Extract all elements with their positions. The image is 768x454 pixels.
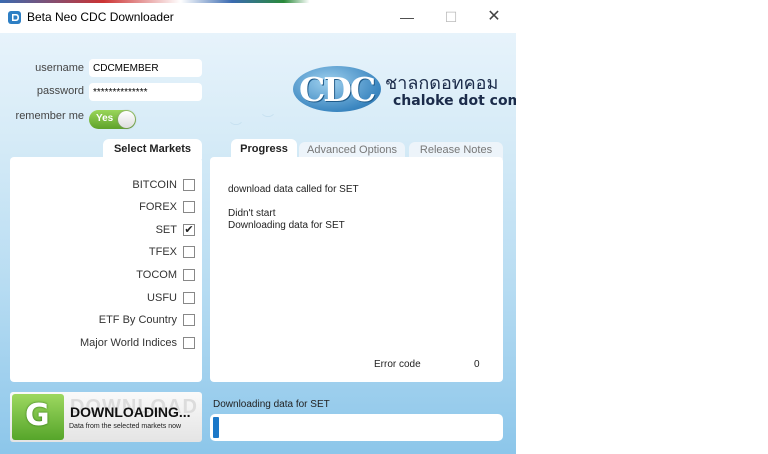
progress-panel: download data called for SET Didn't star… (210, 157, 503, 382)
remember-me-label: remember me (15, 110, 84, 122)
progress-bar (210, 414, 503, 441)
market-label: ETF By Country (98, 314, 177, 326)
market-row-set[interactable]: SET ✔ (10, 224, 199, 240)
remember-me-toggle[interactable]: Yes (89, 110, 136, 129)
username-field[interactable] (89, 59, 202, 77)
error-code-value: 0 (474, 359, 480, 370)
download-g-icon: G (12, 394, 64, 440)
cdc-logo: CDC ชาลกดอทคอม chaloke dot com (293, 66, 516, 116)
status-text: Downloading data for SET (213, 399, 330, 410)
minimize-button[interactable]: — (385, 3, 429, 33)
toggle-state-label: Yes (96, 113, 114, 124)
market-label: SET (155, 224, 177, 236)
username-label: username (35, 62, 84, 74)
market-checkbox[interactable] (183, 269, 195, 281)
log-line: Downloading data for SET (228, 220, 345, 231)
maximize-button[interactable]: ☐ (429, 3, 473, 33)
download-button-title: DOWNLOADING... (70, 404, 191, 420)
tab-select-markets[interactable]: Select Markets (103, 139, 202, 159)
bird-decoration-icon: ︶ (262, 113, 275, 127)
market-label: TFEX (148, 246, 177, 258)
close-button[interactable]: ✕ (472, 3, 516, 33)
password-field[interactable] (89, 83, 202, 101)
market-label: Major World Indices (80, 337, 177, 349)
markets-panel: BITCOIN FOREX SET ✔ TFEX TOCOM USFU ETF … (10, 157, 202, 382)
market-row-tocom[interactable]: TOCOM (10, 269, 199, 285)
title-bar[interactable]: Beta Neo CDC Downloader — ☐ ✕ (0, 3, 516, 33)
app-window: Beta Neo CDC Downloader — ☐ ✕ ︶ ︶ userna… (0, 3, 516, 454)
checkmark-icon: ✔ (184, 224, 194, 236)
download-icon-letter: G (25, 398, 50, 433)
password-label: password (36, 85, 84, 97)
error-code-label: Error code (374, 359, 421, 370)
market-label: USFU (147, 292, 177, 304)
market-row-major-world-indices[interactable]: Major World Indices (10, 337, 199, 353)
market-checkbox[interactable] (183, 337, 195, 349)
market-row-usfu[interactable]: USFU (10, 292, 199, 308)
market-checkbox[interactable] (183, 179, 195, 191)
tab-progress[interactable]: Progress (231, 139, 297, 159)
cdc-app-icon (8, 11, 21, 24)
market-row-etf-by-country[interactable]: ETF By Country (10, 314, 199, 330)
market-row-tfex[interactable]: TFEX (10, 246, 199, 262)
market-row-forex[interactable]: FOREX (10, 201, 199, 217)
window-title: Beta Neo CDC Downloader (27, 10, 174, 24)
market-label: TOCOM (136, 269, 177, 281)
log-line: download data called for SET (228, 184, 359, 195)
market-checkbox[interactable] (183, 314, 195, 326)
logo-mark: CDC (299, 70, 376, 109)
logo-subtext: chaloke dot com (393, 93, 516, 109)
download-button-subtitle: Data from the selected markets now (69, 423, 182, 430)
log-line: Didn't start (228, 208, 276, 219)
market-row-bitcoin[interactable]: BITCOIN (10, 179, 199, 195)
market-label: BITCOIN (132, 179, 177, 191)
market-checkbox[interactable]: ✔ (183, 224, 195, 236)
market-checkbox[interactable] (183, 292, 195, 304)
client-area: ︶ ︶ username password remember me Yes CD… (0, 33, 516, 454)
market-label: FOREX (139, 201, 177, 213)
download-button[interactable]: G DOWNLOAD DOWNLOADING... Data from the … (10, 392, 202, 442)
toggle-knob (118, 111, 135, 128)
progress-bar-fill (213, 417, 219, 438)
bird-decoration-icon: ︶ (230, 121, 243, 135)
market-checkbox[interactable] (183, 201, 195, 213)
market-checkbox[interactable] (183, 246, 195, 258)
